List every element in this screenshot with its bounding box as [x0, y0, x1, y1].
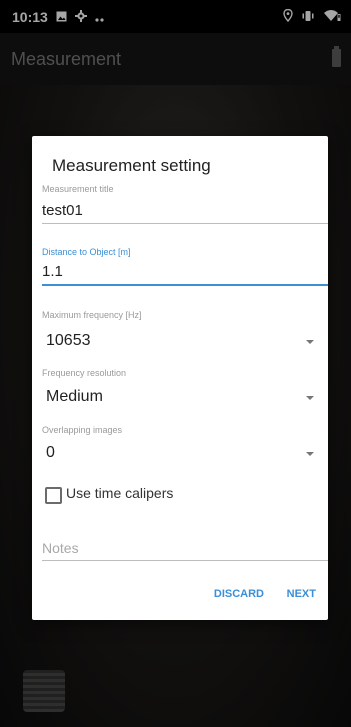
frequency-resolution-select[interactable]: Medium	[46, 388, 103, 406]
time-calipers-label[interactable]: Use time calipers	[66, 485, 173, 501]
max-frequency-chevron-down-icon[interactable]	[306, 340, 314, 344]
distance-underline	[42, 284, 328, 286]
time-calipers-checkbox[interactable]	[45, 487, 62, 504]
distance-input[interactable]: 1.1	[42, 263, 63, 280]
dialog-title: Measurement setting	[52, 156, 211, 175]
discard-button[interactable]: DISCARD	[214, 588, 264, 600]
overlapping-images-chevron-down-icon[interactable]	[306, 452, 314, 456]
notes-input[interactable]: Notes	[42, 540, 79, 556]
overlapping-images-select[interactable]: 0	[46, 444, 55, 462]
frequency-resolution-chevron-down-icon[interactable]	[306, 396, 314, 400]
max-frequency-label: Maximum frequency [Hz]	[42, 310, 142, 320]
distance-label: Distance to Object [m]	[42, 247, 131, 257]
measurement-setting-dialog: Measurement setting Measurement title te…	[32, 136, 328, 620]
measurement-title-input[interactable]: test01	[42, 202, 83, 219]
overlapping-images-label: Overlapping images	[42, 425, 123, 435]
notes-underline	[42, 560, 328, 561]
measurement-title-label: Measurement title	[42, 184, 114, 194]
measurement-title-underline	[42, 223, 328, 224]
frequency-resolution-label: Frequency resolution	[42, 368, 127, 378]
max-frequency-select[interactable]: 10653	[46, 332, 91, 350]
next-button[interactable]: NEXT	[287, 588, 316, 600]
